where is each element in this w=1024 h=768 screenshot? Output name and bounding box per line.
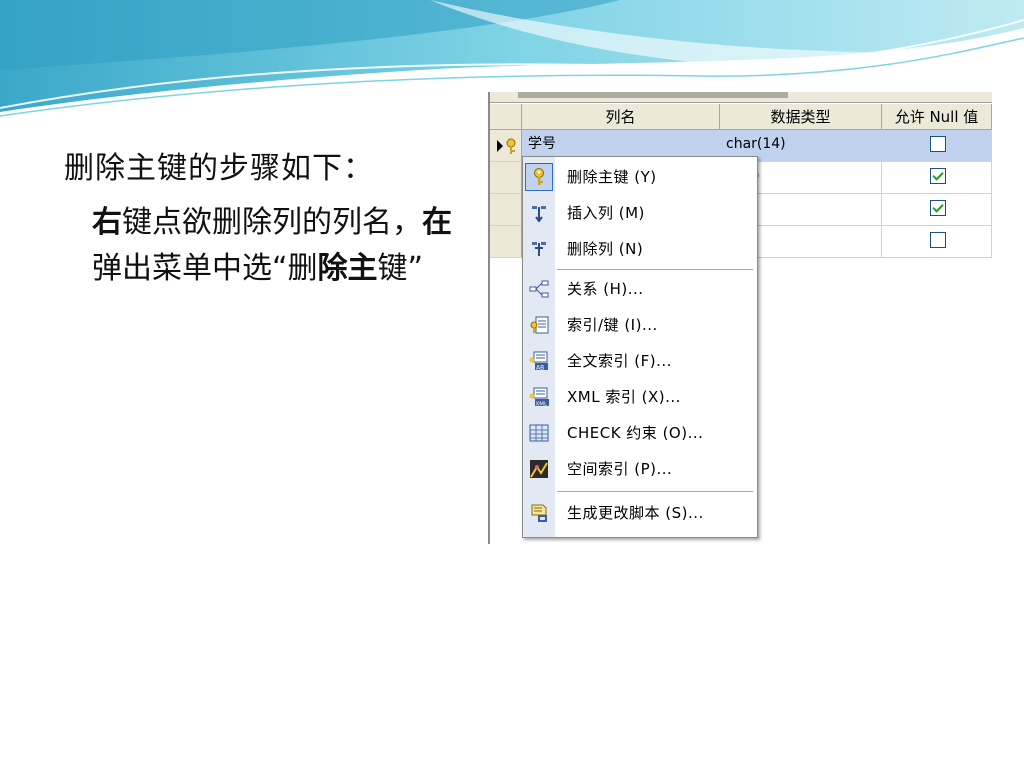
delete-column-icon: [532, 242, 546, 256]
context-menu: 删除主键 (Y) 插入列 (M) 删除列 (N) 关系 (H)... 索引/键 …: [522, 156, 758, 538]
allow-null-checkbox[interactable]: [930, 200, 946, 216]
menu-item-spatial-index[interactable]: 空间索引 (P)...: [523, 453, 757, 485]
body-text-2: 弹出菜单中选“删: [92, 251, 318, 286]
header-allow-null[interactable]: 允许 Null 值: [882, 104, 992, 130]
menu-item-label: 删除列 (N): [567, 240, 644, 258]
designer-tab-strip: [490, 92, 992, 103]
menu-item-label: 关系 (H)...: [567, 280, 644, 298]
menu-item-insert-column[interactable]: 插入列 (M): [523, 197, 757, 229]
grid-corner-header: [490, 104, 522, 130]
insert-column-icon: [532, 206, 546, 223]
menu-item-label: 空间索引 (P)...: [567, 460, 673, 478]
primary-key-row-marker-icon: [497, 138, 516, 154]
index-key-icon: [530, 316, 549, 334]
row-selector[interactable]: [490, 194, 522, 226]
body-bold-1: 右: [92, 205, 122, 240]
menu-item-label: CHECK 约束 (O)...: [567, 424, 704, 442]
cell-allow-null[interactable]: [882, 162, 992, 194]
svg-text:XML: XML: [536, 402, 549, 408]
menu-item-label: 生成更改脚本 (S)...: [567, 504, 704, 522]
body-bold-2: 在: [422, 205, 452, 240]
menu-item-delete-column[interactable]: 删除列 (N): [523, 233, 757, 265]
body-text-3: 键”: [377, 251, 424, 286]
menu-item-check-constraints[interactable]: CHECK 约束 (O)...: [523, 417, 757, 449]
allow-null-checkbox[interactable]: [930, 232, 946, 248]
menu-item-fulltext-index[interactable]: AB 全文索引 (F)...: [523, 345, 757, 377]
designer-tab[interactable]: [518, 92, 788, 98]
allow-null-checkbox[interactable]: [930, 168, 946, 184]
menu-item-delete-primary-key[interactable]: 删除主键 (Y): [523, 161, 757, 193]
menu-item-label: 删除主键 (Y): [567, 168, 657, 186]
xml-index-icon: XML: [529, 387, 549, 407]
cell-allow-null[interactable]: [882, 130, 992, 162]
row-selector[interactable]: [490, 162, 522, 194]
menu-separator: [557, 269, 753, 270]
fulltext-index-icon: AB: [529, 351, 548, 372]
row-selector[interactable]: [490, 130, 522, 162]
check-constraint-icon: [529, 424, 549, 442]
menu-item-generate-change-script[interactable]: 生成更改脚本 (S)...: [523, 497, 757, 529]
header-data-type[interactable]: 数据类型: [720, 104, 882, 130]
menu-item-indexes-keys[interactable]: 索引/键 (I)...: [523, 309, 757, 341]
menu-item-label: 插入列 (M): [567, 204, 645, 222]
menu-item-relationships[interactable]: 关系 (H)...: [523, 273, 757, 305]
menu-item-xml-index[interactable]: XML XML 索引 (X)...: [523, 381, 757, 413]
body-text-1: 键点欲删除列的列名，: [122, 205, 422, 240]
cell-allow-null[interactable]: [882, 194, 992, 226]
menu-separator: [557, 491, 753, 492]
body-bold-3: 除主: [317, 251, 378, 286]
key-icon: [534, 168, 544, 185]
menu-item-label: 索引/键 (I)...: [567, 316, 658, 334]
slide-title: 删除主键的步骤如下：: [64, 151, 374, 186]
relationship-icon: [529, 280, 549, 298]
slide-body-text: 右键点欲删除列的列名，在弹出菜单中选“删除主键”: [92, 200, 472, 292]
cell-allow-null[interactable]: [882, 226, 992, 258]
header-column-name[interactable]: 列名: [522, 104, 720, 130]
allow-null-checkbox[interactable]: [930, 136, 946, 152]
menu-item-label: XML 索引 (X)...: [567, 388, 681, 406]
svg-text:AB: AB: [536, 365, 544, 372]
row-selector[interactable]: [490, 226, 522, 258]
menu-item-label: 全文索引 (F)...: [567, 352, 672, 370]
spatial-index-icon: [530, 460, 548, 478]
generate-script-icon: [531, 504, 547, 522]
